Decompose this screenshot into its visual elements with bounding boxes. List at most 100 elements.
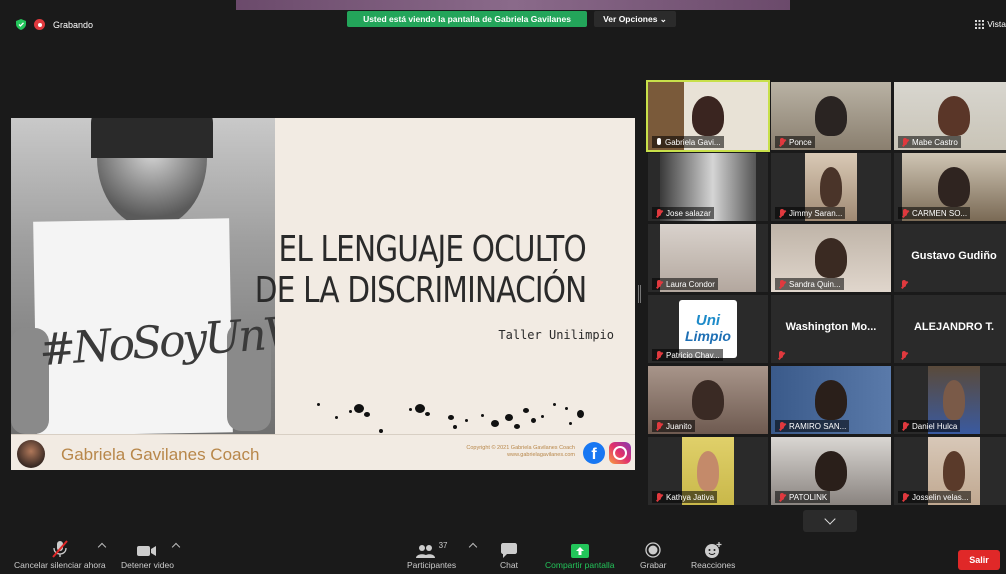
participant-name-label: Jose salazar <box>652 207 714 219</box>
shared-screen: #NoSoyUnVIRUS EL LENGUAJE OCULTO DE LA D… <box>11 118 635 470</box>
recording-label: Grabando <box>53 19 94 30</box>
record-button[interactable]: Grabar <box>640 538 666 570</box>
participant-tile[interactable]: PATOLINK <box>771 437 891 505</box>
record-dot-icon <box>34 19 45 30</box>
reactions-label: Reacciones <box>691 560 736 570</box>
participant-tile[interactable]: Mabe Castro <box>894 82 1006 150</box>
mic-muted-icon <box>655 350 663 360</box>
view-label: Vista <box>987 19 1006 29</box>
participant-name-label: Laura Condor <box>652 278 718 290</box>
view-button[interactable]: Vista <box>975 19 1006 29</box>
meeting-toolbar: Cancelar silenciar ahora Detener video 3… <box>0 538 1006 574</box>
mic-muted-icon <box>655 421 663 431</box>
participant-name-label: Mabe Castro <box>898 136 961 148</box>
participant-tile[interactable]: Kathya Jativa <box>648 437 768 505</box>
copyright: Copyright © 2021 Gabriela Gavilanes Coac… <box>466 445 575 459</box>
share-screen-label: Compartir pantalla <box>545 560 615 570</box>
participants-count: 37 <box>438 541 448 550</box>
chevron-up-icon[interactable] <box>468 542 478 552</box>
unmute-label: Cancelar silenciar ahora <box>14 560 106 570</box>
stop-video-label: Detener video <box>121 560 174 570</box>
slide-footer: Gabriela Gavilanes Coach Copyright © 202… <box>11 434 635 470</box>
slide-subtitle: Taller Unilimpio <box>498 328 614 342</box>
chat-label: Chat <box>500 560 518 570</box>
participant-name-label: PATOLINK <box>775 491 831 503</box>
record-icon <box>645 538 661 558</box>
coach-avatar <box>17 440 45 468</box>
participant-name-label: Sandra Quin... <box>775 278 844 290</box>
participant-name: Washington Mo... <box>785 321 877 333</box>
participant-name-label: Gabriela Gavi... <box>652 136 724 148</box>
participant-name: Gustavo Gudiño <box>911 250 997 262</box>
participant-tile[interactable]: Gustavo Gudiño <box>894 224 1006 292</box>
participant-tile[interactable]: ALEJANDRO T. <box>894 295 1006 363</box>
mic-icon <box>655 137 662 147</box>
participants-button[interactable]: 37 Participantes <box>407 538 456 570</box>
slide-title-line2: DE LA DISCRIMINACIÓN <box>254 270 586 311</box>
stop-video-button[interactable]: Detener video <box>121 538 174 570</box>
view-options-button[interactable]: Ver Opciones ⌄ <box>594 11 676 27</box>
recording-indicator[interactable]: Grabando <box>16 19 93 30</box>
shield-icon <box>16 19 26 30</box>
mic-muted-icon <box>901 421 909 431</box>
participant-tile[interactable]: Uni Limpio Patricio Chav... <box>648 295 768 363</box>
mic-muted-icon <box>778 137 786 147</box>
participant-tile[interactable]: Laura Condor <box>648 224 768 292</box>
participant-tile[interactable]: Daniel Hulca <box>894 366 1006 434</box>
participants-icon: 37 <box>415 538 448 558</box>
window-top-strip <box>236 0 790 10</box>
website-line: www.gabrielagavilanes.com <box>507 452 575 458</box>
mic-muted-icon <box>52 538 68 558</box>
instagram-icon <box>609 442 631 464</box>
participant-tile[interactable]: Ponce <box>771 82 891 150</box>
screen-share-banner: Usted está viendo la pantalla de Gabriel… <box>347 11 587 27</box>
smiley-plus-icon <box>704 538 722 558</box>
reactions-button[interactable]: Reacciones <box>691 538 735 570</box>
participant-tile[interactable]: Jimmy Saran... <box>771 153 891 221</box>
participant-name-label: Daniel Hulca <box>898 420 961 432</box>
chat-button[interactable]: Chat <box>500 538 518 570</box>
mic-muted-icon <box>901 492 909 502</box>
participant-tile[interactable]: CARMEN SO... <box>894 153 1006 221</box>
video-camera-icon <box>137 538 157 558</box>
participant-tile[interactable]: Juanito <box>648 366 768 434</box>
participant-name-label: Kathya Jativa <box>652 491 718 503</box>
participant-tile[interactable]: Washington Mo... <box>771 295 891 363</box>
gallery-next-page-button[interactable] <box>803 510 857 532</box>
exit-button[interactable]: Salir <box>958 550 1000 570</box>
record-label: Grabar <box>640 560 667 570</box>
share-screen-button[interactable]: Compartir pantalla <box>545 538 614 570</box>
participant-name-label: Ponce <box>775 136 815 148</box>
mic-muted-icon <box>900 280 908 289</box>
participants-label: Participantes <box>407 560 457 570</box>
participant-tile[interactable]: Jose salazar <box>648 153 768 221</box>
mic-muted-icon <box>900 351 908 360</box>
mic-muted-icon <box>901 208 909 218</box>
participant-name: ALEJANDRO T. <box>913 321 995 333</box>
mic-muted-icon <box>778 421 786 431</box>
share-screen-icon <box>570 538 589 558</box>
coach-name: Gabriela Gavilanes Coach <box>61 445 260 464</box>
mic-muted-icon <box>777 351 785 360</box>
resize-handle[interactable] <box>638 285 641 303</box>
mic-muted-icon <box>778 208 786 218</box>
mic-muted-icon <box>778 492 786 502</box>
mic-muted-icon <box>901 137 909 147</box>
participant-name-label: Jimmy Saran... <box>775 207 846 219</box>
slide-photo: #NoSoyUnVIRUS <box>11 118 275 434</box>
participant-name-label: RAMIRO SAN... <box>775 420 850 432</box>
unmute-button[interactable]: Cancelar silenciar ahora <box>14 538 106 570</box>
participant-name-label: Patricio Chav... <box>652 349 723 361</box>
participant-name-label: CARMEN SO... <box>898 207 971 219</box>
participant-tile[interactable]: Josselin velas... <box>894 437 1006 505</box>
mic-muted-icon <box>655 208 663 218</box>
participant-tile[interactable]: Gabriela Gavi... <box>646 80 770 152</box>
mic-muted-icon <box>778 279 786 289</box>
facebook-icon: f <box>583 442 605 464</box>
slide-title-line1: EL LENGUAJE OCULTO <box>278 229 587 270</box>
participant-tile[interactable]: RAMIRO SAN... <box>771 366 891 434</box>
mic-muted-icon <box>655 492 663 502</box>
participant-name-label: Josselin velas... <box>898 491 972 503</box>
participant-tile[interactable]: Sandra Quin... <box>771 224 891 292</box>
copyright-line: Copyright © 2021 Gabriela Gavilanes Coac… <box>466 445 575 451</box>
